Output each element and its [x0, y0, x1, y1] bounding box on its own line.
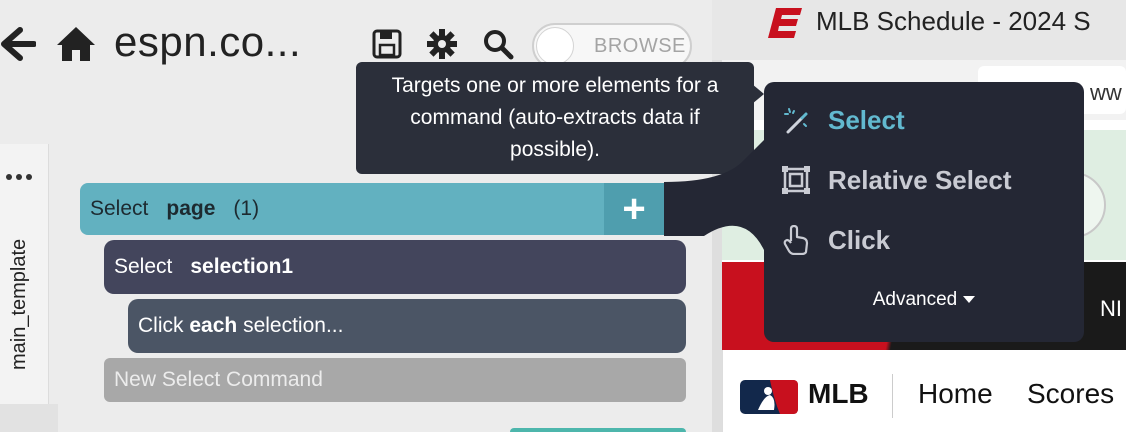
caret-down-icon — [963, 296, 976, 304]
menu-item-select[interactable]: Select — [764, 92, 1084, 148]
command-count: (1) — [233, 197, 260, 220]
command-menu: Select Relative Select Click Advanced — [764, 82, 1084, 342]
relative-select-icon — [780, 164, 812, 196]
command-verb: Select — [114, 255, 173, 278]
command-target: selection1 — [190, 255, 294, 278]
nav-link-home[interactable]: Home — [918, 378, 993, 410]
command-select-page[interactable]: Select page (1) — [80, 183, 684, 235]
home-icon[interactable] — [54, 22, 98, 66]
add-command-button[interactable]: + — [604, 183, 664, 235]
menu-item-label: Click — [828, 224, 891, 255]
nav-link-scores[interactable]: Scores — [1027, 378, 1114, 410]
browse-label: BROWSE — [594, 35, 686, 57]
save-icon[interactable] — [370, 26, 404, 62]
toggle-knob — [536, 27, 574, 65]
new-select-command[interactable]: New Select Command — [104, 358, 686, 402]
pointer-hand-icon — [780, 224, 812, 256]
back-arrow-icon[interactable] — [0, 22, 36, 66]
mlb-logo-icon — [740, 380, 798, 414]
page-url: espn.co... — [114, 18, 302, 65]
search-icon[interactable] — [480, 26, 516, 62]
advanced-dropdown[interactable]: Advanced — [764, 282, 1084, 318]
advanced-label: Advanced — [872, 289, 958, 310]
nav-partial-link[interactable]: NI — [1100, 296, 1122, 322]
command-select-selection[interactable]: Select selection1 — [104, 240, 686, 294]
command-each: each — [189, 314, 238, 337]
command-target: page — [166, 197, 216, 220]
command-verb: Select — [90, 197, 149, 220]
mlb-label[interactable]: MLB — [808, 378, 869, 410]
lower-tab — [0, 404, 58, 432]
menu-item-label: Select — [828, 104, 905, 135]
subnav-divider — [892, 374, 893, 418]
bottom-accent-bar — [510, 428, 686, 432]
more-dots-icon[interactable] — [6, 174, 36, 188]
menu-item-relative-select[interactable]: Relative Select — [764, 152, 1084, 208]
tooltip-arrow — [752, 84, 764, 104]
command-rest: selection... — [243, 314, 344, 337]
template-tab-label: main_template — [8, 238, 30, 370]
menu-item-click[interactable]: Click — [764, 212, 1084, 268]
espn-logo-icon — [768, 8, 802, 38]
gear-icon[interactable] — [424, 26, 460, 62]
command-verb: Click — [138, 314, 184, 337]
magic-wand-icon — [780, 104, 812, 136]
command-click-each[interactable]: Click each selection... — [128, 299, 686, 353]
browser-tab-title[interactable]: MLB Schedule - 2024 S — [816, 6, 1091, 37]
address-text: ww — [1090, 80, 1122, 105]
menu-item-label: Relative Select — [828, 164, 1012, 195]
